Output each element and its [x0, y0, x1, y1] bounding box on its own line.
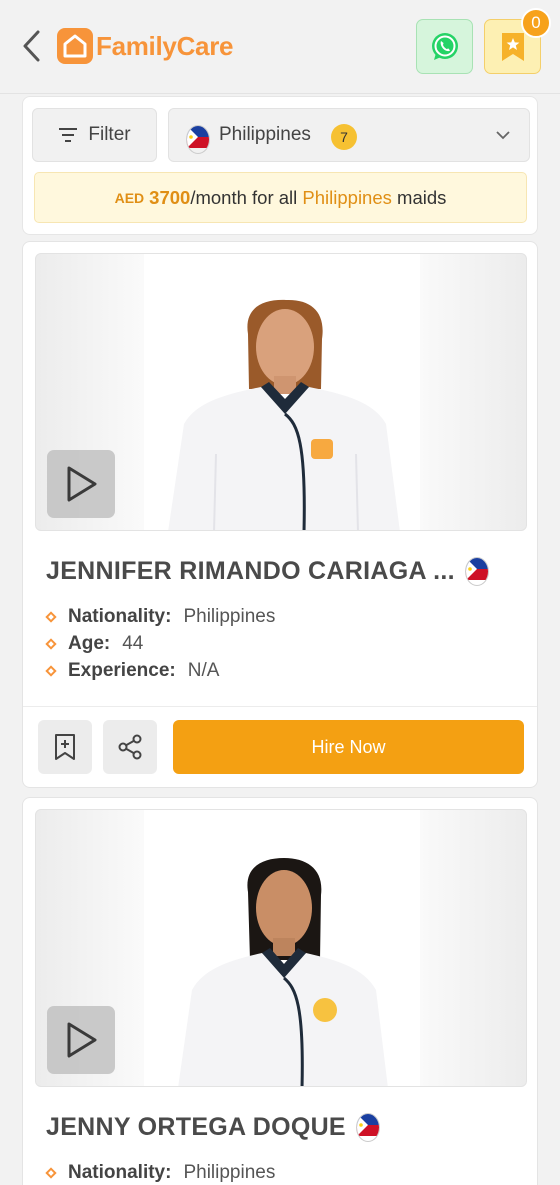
share-button[interactable]: [103, 720, 157, 774]
price-amount: 3700: [149, 186, 191, 208]
chevron-down-icon: [496, 131, 510, 140]
selected-country: Philippines: [219, 124, 311, 145]
country-select[interactable]: Philippines 7: [168, 108, 530, 162]
maid-details: Nationality: Philippines: [45, 1159, 276, 1185]
detail-nationality: Nationality: Philippines: [45, 1159, 276, 1185]
maid-name: JENNIFER RIMANDO CARIAGA ...: [46, 557, 455, 585]
whatsapp-button[interactable]: [416, 19, 473, 74]
philippines-flag-icon: [355, 1113, 380, 1142]
divider: [23, 706, 537, 707]
price-currency: AED: [114, 189, 145, 206]
app-header: FamilyCare 0: [0, 0, 560, 94]
maid-details: Nationality: Philippines Age: 44 Experie…: [45, 603, 276, 684]
share-icon: [118, 734, 142, 760]
philippines-flag-icon: [186, 125, 210, 154]
bookmark-add-icon: [55, 734, 75, 760]
whatsapp-icon: [431, 32, 458, 60]
bookmark-button[interactable]: [38, 720, 92, 774]
price-prefix: /month for all: [190, 186, 303, 208]
price-suffix: maids: [391, 186, 447, 208]
maid-photo[interactable]: [35, 809, 527, 1087]
detail-nationality: Nationality: Philippines: [45, 603, 276, 630]
filter-panel: Filter Philippines 7 AED 3700 /month for…: [22, 96, 538, 235]
maid-name: JENNY ORTEGA DOQUE: [46, 1113, 346, 1141]
detail-age: Age: 44: [45, 630, 275, 657]
hire-now-button[interactable]: Hire Now: [173, 720, 524, 774]
experience-value: N/A: [187, 659, 220, 681]
diamond-bullet-icon: [45, 637, 57, 650]
maid-name-row: JENNY ORTEGA DOQUE: [46, 1113, 380, 1142]
brand-logo[interactable]: FamilyCare: [56, 26, 233, 66]
maid-photo[interactable]: [35, 253, 527, 531]
play-icon: [67, 466, 97, 502]
brand-name: FamilyCare: [96, 30, 234, 61]
filter-button[interactable]: Filter: [32, 108, 157, 162]
bookmark-star-icon: [501, 32, 524, 61]
diamond-bullet-icon: [45, 610, 57, 623]
price-banner: AED 3700 /month for all Philippines maid…: [34, 172, 527, 223]
play-video-button[interactable]: [47, 450, 115, 518]
maid-card[interactable]: JENNIFER RIMANDO CARIAGA ... Nationality…: [22, 241, 538, 788]
price-country: Philippines: [302, 186, 392, 208]
nationality-value: Philippines: [183, 1161, 276, 1183]
maid-card[interactable]: JENNY ORTEGA DOQUE Nationality: Philippi…: [22, 797, 538, 1185]
maid-name-row: JENNIFER RIMANDO CARIAGA ...: [46, 557, 489, 586]
back-arrow-icon[interactable]: [18, 28, 48, 64]
play-video-button[interactable]: [47, 1006, 115, 1074]
favorites-count-badge: 0: [521, 8, 551, 38]
diamond-bullet-icon: [45, 664, 57, 677]
filter-label: Filter: [88, 124, 131, 145]
diamond-bullet-icon: [45, 1166, 57, 1179]
nationality-value: Philippines: [183, 605, 276, 627]
filter-icon: [59, 128, 78, 142]
play-icon: [67, 1022, 97, 1058]
country-count-badge: 7: [331, 124, 357, 150]
home-logo-icon: [57, 28, 93, 64]
detail-experience: Experience: N/A: [45, 657, 275, 684]
philippines-flag-icon: [464, 557, 489, 586]
age-value: 44: [122, 632, 144, 654]
